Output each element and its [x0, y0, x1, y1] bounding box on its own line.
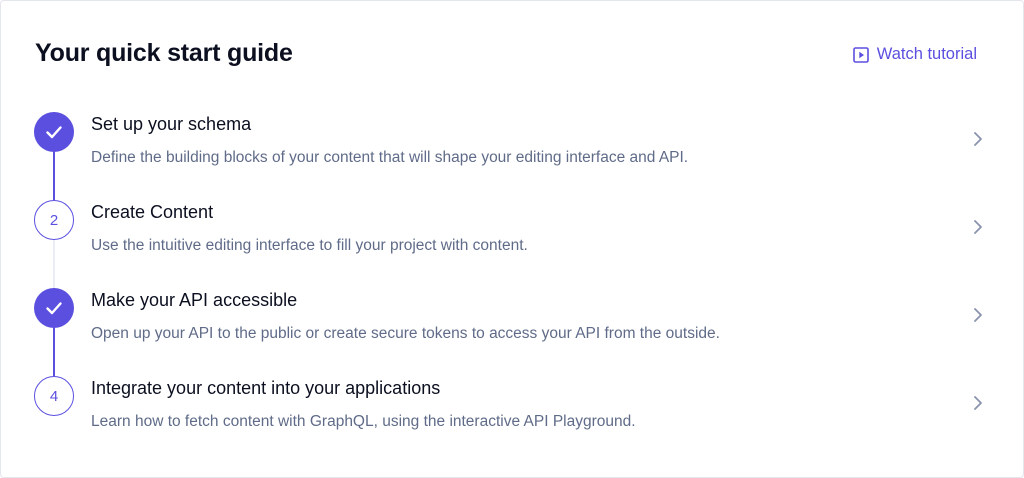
- chevron-right-icon: [974, 220, 982, 234]
- step-api-access[interactable]: Make your API accessible Open up your AP…: [1, 277, 1024, 376]
- step-description: Open up your API to the public or create…: [91, 325, 720, 342]
- step-connector: [53, 152, 55, 200]
- step-title: Create Content: [91, 202, 214, 222]
- step-description: Use the intuitive editing interface to f…: [91, 237, 528, 254]
- step-description: Define the building blocks of your conte…: [91, 149, 689, 166]
- chevron-right-icon: [974, 308, 982, 322]
- step-title: Set up your schema: [91, 114, 252, 134]
- step-number: 2: [49, 211, 59, 229]
- check-icon: [46, 126, 62, 139]
- step-number-badge: 4: [34, 376, 74, 416]
- chevron-right-icon: [974, 132, 982, 146]
- step-connector: [53, 328, 55, 376]
- check-icon: [46, 302, 62, 315]
- step-complete-badge: [34, 288, 74, 328]
- step-title: Integrate your content into your applica…: [91, 378, 441, 398]
- step-description: Learn how to fetch content with GraphQL,…: [91, 413, 636, 430]
- watch-tutorial-link[interactable]: Watch tutorial: [852, 45, 977, 64]
- step-number-badge: 2: [34, 200, 74, 240]
- step-complete-badge: [34, 112, 74, 152]
- step-create-content[interactable]: 2 Create Content Use the intuitive editi…: [1, 189, 1024, 288]
- chevron-right-icon: [974, 396, 982, 410]
- quick-start-card: Your quick start guide Watch tutorial Se…: [0, 0, 1024, 478]
- step-title: Make your API accessible: [91, 290, 298, 310]
- step-number: 4: [49, 387, 59, 405]
- page-title: Your quick start guide: [35, 39, 293, 67]
- watch-tutorial-label: Watch tutorial: [876, 45, 977, 63]
- play-square-icon: [852, 46, 869, 63]
- step-schema[interactable]: Set up your schema Define the building b…: [1, 101, 1024, 200]
- step-integrate[interactable]: 4 Integrate your content into your appli…: [1, 365, 1024, 453]
- step-connector: [53, 240, 55, 288]
